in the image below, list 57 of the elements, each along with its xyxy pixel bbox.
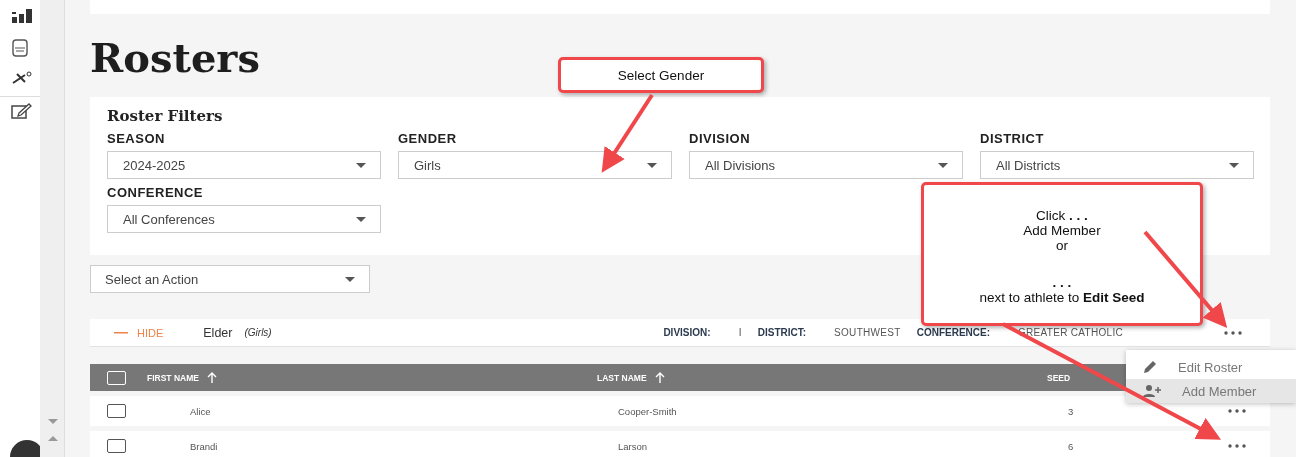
more-icon[interactable] (1228, 444, 1246, 448)
callout-text: Add Member (1023, 222, 1101, 238)
sort-up-icon[interactable] (206, 372, 217, 383)
menu-item[interactable]: Add Member (1126, 379, 1296, 403)
minus-icon (114, 331, 128, 334)
page-title: Rosters (90, 34, 260, 82)
add-person-icon (1142, 384, 1162, 398)
table-cell-text: Alice (189, 405, 212, 417)
meta-value: I (738, 327, 742, 338)
caret-icon (647, 162, 657, 168)
bar-chart-icon[interactable] (11, 8, 35, 24)
table-cell-text: Larson (618, 440, 649, 452)
dropdown[interactable]: All Districts (980, 151, 1254, 179)
callout-text: next to athlete to Edit Seed (979, 289, 1145, 305)
caret-icon (356, 216, 366, 222)
callout-text: Select Gender (617, 67, 705, 83)
field-label: GENDER (398, 131, 458, 146)
field-label: SEASON (107, 131, 166, 146)
dropdown[interactable]: All Divisions (689, 151, 963, 179)
column-header[interactable]: FIRST NAME (147, 372, 199, 383)
dropdown[interactable]: All Conferences (107, 205, 381, 233)
table-cell-text: 3 (1068, 405, 1075, 417)
dropdown[interactable]: 2024-2025 (107, 151, 381, 179)
roster-gender: (Girls) (244, 327, 272, 338)
table-cell-text: 6 (1068, 440, 1075, 452)
caret-icon (345, 276, 355, 282)
caret-icon (1229, 162, 1239, 168)
field-label: DISTRICT (980, 131, 1045, 146)
sort-up-icon[interactable] (654, 372, 665, 383)
caret-icon (356, 162, 366, 168)
callout-text: Click . . . (1036, 207, 1088, 223)
caret-icon (938, 162, 948, 168)
callout-text: . . . (1052, 274, 1072, 290)
meta-value: SOUTHWEST (834, 327, 901, 338)
row-checkbox[interactable] (107, 439, 126, 453)
menu-item[interactable]: Edit Roster (1126, 355, 1296, 379)
edit-icon[interactable] (11, 102, 33, 120)
field-label: CONFERENCE (107, 185, 204, 200)
action-dropdown[interactable]: Select an Action (90, 265, 370, 293)
column-header[interactable]: SEED (1047, 372, 1071, 383)
table-cell-text: Cooper-Smith (618, 405, 678, 417)
more-icon[interactable] (1228, 409, 1246, 413)
meta-label: CONFERENCE: (916, 327, 990, 338)
select-all-checkbox[interactable] (107, 370, 126, 385)
meta-label: DISTRICT: (757, 327, 807, 338)
column-header[interactable]: LAST NAME (597, 372, 647, 383)
callout-text: or (1056, 237, 1068, 253)
pencil-icon (1142, 359, 1158, 375)
more-icon[interactable] (1224, 330, 1242, 335)
roster-name: Elder (203, 325, 233, 340)
panel-title: Roster Filters (107, 107, 224, 125)
row-checkbox[interactable] (107, 404, 126, 418)
field-label: DIVISION (689, 131, 752, 146)
dropdown[interactable]: Girls (398, 151, 672, 179)
document-icon[interactable] (11, 39, 29, 57)
meta-label: DIVISION: (663, 327, 711, 338)
table-cell-text: Brandi (189, 440, 219, 452)
